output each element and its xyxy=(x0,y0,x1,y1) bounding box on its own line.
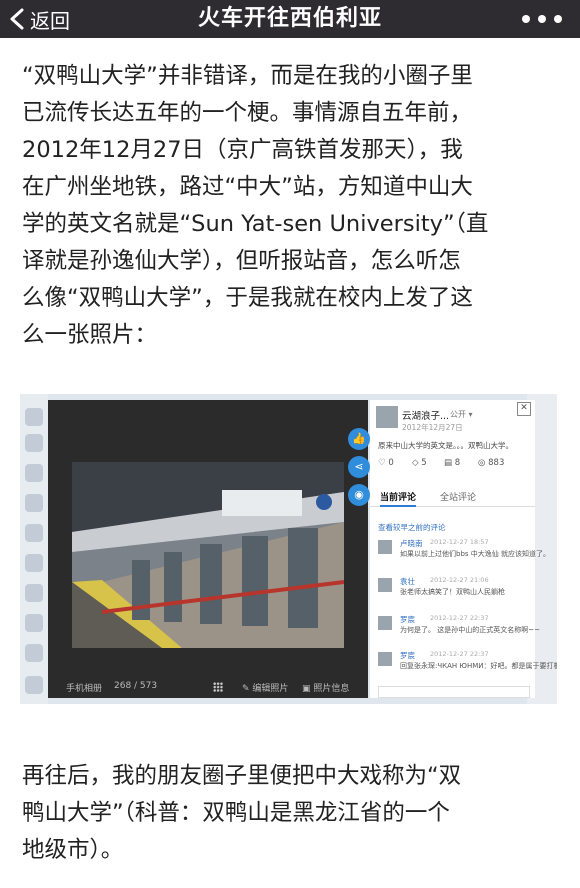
sidebar-icon xyxy=(25,554,43,572)
comment-text: 为何是了。 这是孙中山的正式英文名称啊~~ xyxy=(400,626,540,634)
more-comments-link[interactable]: 查看较早之前的评论 xyxy=(378,522,446,533)
tab-current-comments[interactable]: 当前评论 xyxy=(380,490,417,507)
album-label[interactable]: 手机相册 xyxy=(66,681,102,694)
photo-description: 原来中山大学的英文是。。。双鸭山大学。 xyxy=(378,441,513,450)
photo-viewer: 手机相册 268 / 573 ✎ 编辑照片 ▣ 照片信息 xyxy=(48,400,368,698)
close-icon[interactable]: ✕ xyxy=(517,402,531,416)
sidebar-icon xyxy=(25,614,43,632)
comment-item: 罗宸 2012-12-27 22:37 为何是了。 这是孙中山的正式英文名称啊~… xyxy=(378,614,540,648)
shares-value: 5 xyxy=(421,458,427,468)
avatar[interactable] xyxy=(378,540,392,554)
likes-value: 0 xyxy=(388,458,394,468)
metro-station-photo xyxy=(72,462,344,648)
avatar[interactable] xyxy=(376,406,398,428)
sidebar-icon xyxy=(25,524,43,542)
comment-date: 2012-12-27 22:37 xyxy=(430,614,489,622)
text-line: 译就是孙逸仙大学），但听报站音，怎么听怎 xyxy=(22,248,461,274)
more-menu-icon[interactable] xyxy=(522,12,562,26)
photos-count: ▤ 8 xyxy=(444,458,461,468)
grid-view-icon[interactable] xyxy=(213,682,223,692)
text-line: 鸭山大学”（科普：双鸭山是黑龙江省的一个 xyxy=(22,800,450,826)
viewer-footer: 手机相册 268 / 573 ✎ 编辑照片 ▣ 照片信息 xyxy=(48,676,368,698)
like-icon[interactable]: 👍 xyxy=(348,428,370,450)
comment-date: 2012-12-27 22:37 xyxy=(430,650,489,658)
comment-item: 卢晓南 2012-12-27 18:57 如果以前上过他们bbs 中大逸仙 就应… xyxy=(378,538,550,572)
avatar[interactable] xyxy=(378,652,392,666)
comment-author[interactable]: 袁壮 xyxy=(400,576,415,587)
comment-author[interactable]: 罗宸 xyxy=(400,650,415,661)
text-line: “双鸭山大学”并非错译，而是在我的小圈子里 xyxy=(22,63,473,89)
sidebar-icon xyxy=(25,494,43,512)
views-count: ◎ 883 xyxy=(478,458,505,468)
page-title: 火车开往西伯利亚 xyxy=(197,6,382,31)
comment-author[interactable]: 卢晓南 xyxy=(400,538,423,549)
comment-date: 2012-12-27 18:57 xyxy=(430,538,489,546)
comment-item: 袁壮 2012-12-27 21:06 张老师太搞笑了！双鸭山人民躺枪 xyxy=(378,576,533,610)
comment-tabs: 当前评论 全站评论 xyxy=(370,486,535,507)
photo-counter: 268 / 573 xyxy=(114,681,158,691)
comment-author[interactable]: 罗宸 xyxy=(400,614,415,625)
edit-photo-label: 编辑照片 xyxy=(252,684,289,694)
sidebar-icon xyxy=(25,676,43,694)
visibility-label: 公开 ▾ xyxy=(450,410,473,419)
text-line: 学的英文名就是“Sun Yat-sen University”（直 xyxy=(22,211,489,237)
avatar[interactable] xyxy=(378,578,392,592)
likes-count: ♡ 0 xyxy=(378,458,394,468)
text-line: 么一张照片： xyxy=(22,322,158,348)
comment-input[interactable] xyxy=(378,686,530,698)
sidebar-icon xyxy=(25,644,43,662)
screenshot-sidebar xyxy=(20,394,48,704)
sidebar-icon xyxy=(25,584,43,602)
visibility-text: 公开 xyxy=(450,410,466,419)
share-icon[interactable]: ⋖ xyxy=(348,456,370,478)
article-paragraph-1: “双鸭山大学”并非错译，而是在我的小圈子里 已流传长达五年的一个梗。事情源自五年… xyxy=(22,58,562,354)
avatar[interactable] xyxy=(378,616,392,630)
text-line: 么像“双鸭山大学”，于是我就在校内上发了这 xyxy=(22,285,473,311)
top-nav-bar: 返回 火车开往西伯利亚 xyxy=(0,0,580,38)
sidebar-icon xyxy=(25,408,43,426)
comment-text: 回复张永琛:ЧКАН ЮНМИ：好吧。都是属于要打板子的错误。 xyxy=(400,662,557,670)
comment-date: 2012-12-27 21:06 xyxy=(430,576,489,584)
text-line: 已流传长达五年的一个梗。事情源自五年前， xyxy=(22,100,473,126)
tab-all-comments[interactable]: 全站评论 xyxy=(440,490,476,503)
views-value: 883 xyxy=(488,458,505,468)
comment-text: 张老师太搞笑了！双鸭山人民躺枪 xyxy=(400,588,505,596)
text-line: 再往后，我的朋友圈子里便把中大戏称为“双 xyxy=(22,763,462,789)
photo-icon[interactable]: ◉ xyxy=(348,484,370,506)
text-line: 地级市）。 xyxy=(22,837,124,863)
article-paragraph-2: 再往后，我的朋友圈子里便把中大戏称为“双 鸭山大学”（科普：双鸭山是黑龙江省的一… xyxy=(22,758,562,869)
edit-photo-button[interactable]: ✎ 编辑照片 xyxy=(242,681,288,694)
photo-info-button[interactable]: ▣ 照片信息 xyxy=(302,681,349,694)
photo-info-label: 照片信息 xyxy=(313,684,350,694)
comment-text: 如果以前上过他们bbs 中大逸仙 就应该知道了。 xyxy=(400,550,550,558)
article-image[interactable]: 手机相册 268 / 573 ✎ 编辑照片 ▣ 照片信息 👍 ⋖ ◉ 云湖浪子.… xyxy=(20,394,557,704)
shares-count: ◇ 5 xyxy=(412,458,427,468)
comment-item: 罗宸 2012-12-27 22:37 回复张永琛:ЧКАН ЮНМИ：好吧。都… xyxy=(378,650,557,684)
sidebar-icon xyxy=(25,434,43,452)
sidebar-icon xyxy=(25,464,43,482)
photos-value: 8 xyxy=(454,458,461,468)
panel-username[interactable]: 云湖浪子... xyxy=(402,408,449,422)
text-line: 2012年12月27日（京广高铁首发那天），我 xyxy=(22,137,463,163)
photo-info-panel: 云湖浪子... 公开 ▾ ✕ 2012年12月27日 原来中山大学的英文是。。。… xyxy=(370,400,557,698)
post-date: 2012年12月27日 xyxy=(402,423,463,432)
text-line: 在广州坐地铁，路过“中大”站，方知道中山大 xyxy=(22,174,473,200)
